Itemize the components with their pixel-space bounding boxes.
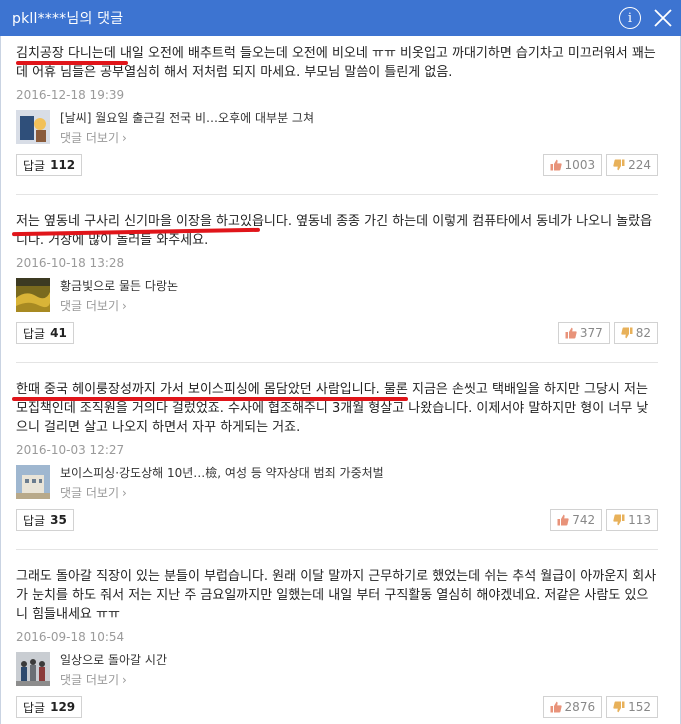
reply-button[interactable]: 답글 41 bbox=[16, 322, 74, 344]
chevron-right-icon: › bbox=[122, 299, 127, 313]
dislike-button[interactable]: 82 bbox=[613, 322, 658, 344]
dislike-count: 224 bbox=[628, 158, 651, 172]
reply-count: 129 bbox=[50, 700, 76, 714]
related-article[interactable]: [날씨] 월요일 출근길 전국 비…오후에 대부분 그쳐 댓글 더보기 › bbox=[16, 110, 658, 146]
like-count: 2876 bbox=[564, 700, 596, 714]
article-headline[interactable]: 보이스피싱·강도상해 10년…檢, 여성 등 약자상대 범죄 가중처벌 bbox=[60, 465, 384, 481]
comment-list[interactable]: 김치공장 다니는데 내일 오전에 배추트럭 들오는데 오전에 비오네 ㅠㅠ 비옷… bbox=[0, 36, 681, 724]
more-comments-link[interactable]: 댓글 더보기 › bbox=[60, 298, 178, 314]
comment-text: 그래도 돌아갈 직장이 있는 분들이 부럽습니다. 원래 이달 말까지 근무하기… bbox=[16, 569, 657, 622]
more-comments-link[interactable]: 댓글 더보기 › bbox=[60, 485, 384, 501]
thumbs-down-icon bbox=[613, 159, 625, 171]
comment-date: 2016-12-18 19:39 bbox=[16, 88, 125, 102]
like-button[interactable]: 2876 bbox=[542, 696, 603, 718]
article-thumbnail[interactable] bbox=[16, 110, 50, 144]
dislike-count: 82 bbox=[635, 326, 651, 340]
highlight-underline bbox=[12, 397, 408, 401]
close-icon[interactable] bbox=[651, 6, 675, 30]
related-article[interactable]: 일상으로 돌아갈 시간 댓글 더보기 › bbox=[16, 652, 658, 688]
reply-count: 35 bbox=[50, 513, 67, 527]
thumbs-up-icon bbox=[565, 327, 577, 339]
reply-button[interactable]: 답글 129 bbox=[16, 696, 83, 718]
more-comments-label: 댓글 더보기 bbox=[60, 486, 120, 500]
dislike-count: 152 bbox=[628, 700, 651, 714]
comment-date: 2016-09-18 10:54 bbox=[16, 630, 125, 644]
more-comments-label: 댓글 더보기 bbox=[60, 299, 120, 313]
window-titlebar: pkll****님의 댓글 i bbox=[0, 0, 681, 36]
article-headline[interactable]: [날씨] 월요일 출근길 전국 비…오후에 대부분 그쳐 bbox=[60, 110, 314, 126]
like-button[interactable]: 742 bbox=[550, 509, 603, 531]
comment-item: 그래도 돌아갈 직장이 있는 분들이 부럽습니다. 원래 이달 말까지 근무하기… bbox=[16, 550, 658, 724]
thumbs-down-icon bbox=[613, 701, 625, 713]
like-count: 377 bbox=[579, 326, 603, 340]
like-button[interactable]: 377 bbox=[557, 322, 610, 344]
comment-item: 김치공장 다니는데 내일 오전에 배추트럭 들오는데 오전에 비오네 ㅠㅠ 비옷… bbox=[16, 36, 658, 195]
article-headline[interactable]: 일상으로 돌아갈 시간 bbox=[60, 652, 167, 668]
reply-label: 답글 bbox=[23, 513, 46, 528]
like-count: 742 bbox=[572, 513, 596, 527]
more-comments-link[interactable]: 댓글 더보기 › bbox=[60, 130, 314, 146]
reply-button[interactable]: 답글 35 bbox=[16, 509, 74, 531]
comment-item: 한때 중국 헤이룽장성까지 가서 보이스피싱에 몸담았던 사람입니다. 물론 지… bbox=[12, 363, 658, 550]
thumbs-down-icon bbox=[613, 514, 625, 526]
comment-text: 김치공장 다니는데 내일 오전에 배추트럭 들오는데 오전에 비오네 ㅠㅠ 비옷… bbox=[16, 46, 656, 80]
more-comments-link[interactable]: 댓글 더보기 › bbox=[60, 672, 167, 688]
like-count: 1003 bbox=[564, 158, 596, 172]
thumbs-up-icon bbox=[557, 514, 569, 526]
article-thumbnail[interactable] bbox=[16, 278, 50, 312]
thumbs-up-icon bbox=[550, 159, 562, 171]
reply-count: 112 bbox=[50, 158, 76, 172]
comment-date: 2016-10-18 13:28 bbox=[16, 256, 125, 270]
more-comments-label: 댓글 더보기 bbox=[60, 673, 120, 687]
dislike-button[interactable]: 113 bbox=[606, 509, 658, 531]
info-icon[interactable]: i bbox=[619, 7, 641, 29]
reply-label: 답글 bbox=[23, 700, 46, 715]
highlight-underline bbox=[16, 61, 128, 65]
like-button[interactable]: 1003 bbox=[542, 154, 603, 176]
thumbs-down-icon bbox=[621, 327, 633, 339]
related-article[interactable]: 황금빛으로 물든 다랑논 댓글 더보기 › bbox=[16, 278, 658, 314]
reply-count: 41 bbox=[50, 326, 67, 340]
chevron-right-icon: › bbox=[122, 486, 127, 500]
dislike-button[interactable]: 152 bbox=[606, 696, 658, 718]
more-comments-label: 댓글 더보기 bbox=[60, 131, 120, 145]
chevron-right-icon: › bbox=[122, 131, 127, 145]
article-thumbnail[interactable] bbox=[16, 465, 50, 499]
related-article[interactable]: 보이스피싱·강도상해 10년…檢, 여성 등 약자상대 범죄 가중처벌 댓글 더… bbox=[16, 465, 658, 501]
reply-label: 답글 bbox=[23, 158, 46, 173]
article-headline[interactable]: 황금빛으로 물든 다랑논 bbox=[60, 278, 178, 294]
reply-label: 답글 bbox=[23, 326, 46, 341]
comment-item: 저는 옆동네 구사리 신기마을 이장을 하고있읍니다. 옆동네 종종 가긴 하는… bbox=[11, 195, 658, 363]
reply-button[interactable]: 답글 112 bbox=[16, 154, 83, 176]
article-thumbnail[interactable] bbox=[16, 652, 50, 686]
comment-text: 한때 중국 헤이룽장성까지 가서 보이스피싱에 몸담았던 사람입니다. 물론 지… bbox=[16, 382, 649, 435]
window-title: pkll****님의 댓글 bbox=[12, 11, 124, 27]
comment-text: 저는 옆동네 구사리 신기마을 이장을 하고있읍니다. 옆동네 종종 가긴 하는… bbox=[16, 214, 653, 248]
thumbs-up-icon bbox=[550, 701, 562, 713]
comment-date: 2016-10-03 12:27 bbox=[16, 443, 125, 457]
dislike-button[interactable]: 224 bbox=[606, 154, 658, 176]
chevron-right-icon: › bbox=[122, 673, 127, 687]
dislike-count: 113 bbox=[628, 513, 651, 527]
